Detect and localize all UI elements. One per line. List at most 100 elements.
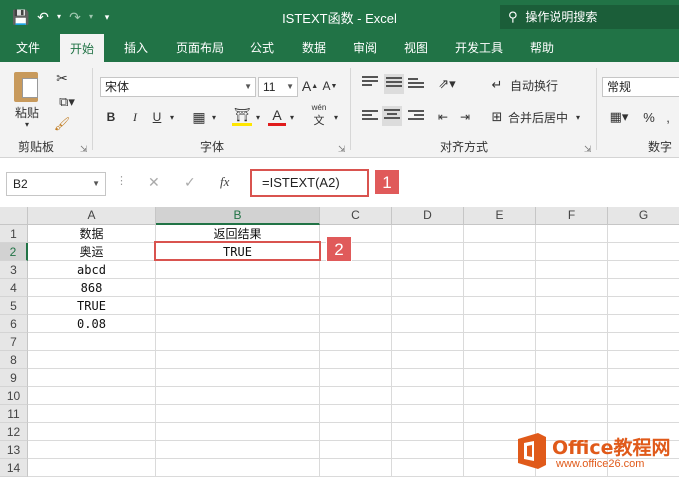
cell-d12[interactable] xyxy=(392,423,464,441)
font-name-select[interactable]: 宋体 ▼ xyxy=(100,77,256,97)
column-header-a[interactable]: A xyxy=(28,207,156,225)
italic-button[interactable]: I xyxy=(126,108,144,126)
shrink-font-button[interactable]: A ▼ xyxy=(322,76,338,96)
tab-home[interactable]: 开始 xyxy=(60,34,105,62)
merge-dropdown-icon[interactable]: ▾ xyxy=(572,108,584,126)
cell-e6[interactable] xyxy=(464,315,536,333)
fill-color-icon[interactable]: ⛩ xyxy=(232,106,252,126)
cell-a1[interactable]: 数据 xyxy=(28,225,156,243)
cell-f8[interactable] xyxy=(536,351,608,369)
cell-c7[interactable] xyxy=(320,333,392,351)
cell-g2[interactable] xyxy=(608,243,679,261)
undo-icon[interactable]: ↶ xyxy=(32,7,54,27)
format-painter-icon[interactable]: 🖌 xyxy=(52,114,72,134)
row-header-13[interactable]: 13 xyxy=(0,441,28,459)
cell-f9[interactable] xyxy=(536,369,608,387)
clipboard-launcher-icon[interactable]: ⇲ xyxy=(80,144,88,155)
bottom-align-icon[interactable] xyxy=(408,78,424,92)
accounting-format-icon[interactable]: ▦▾ xyxy=(604,108,634,126)
underline-button[interactable]: U xyxy=(148,108,166,126)
cell-c4[interactable] xyxy=(320,279,392,297)
cell-a7[interactable] xyxy=(28,333,156,351)
top-align-icon[interactable] xyxy=(362,76,378,90)
cell-c3[interactable] xyxy=(320,261,392,279)
cell-c14[interactable] xyxy=(320,459,392,477)
row-header-10[interactable]: 10 xyxy=(0,387,28,405)
cell-c8[interactable] xyxy=(320,351,392,369)
cell-e10[interactable] xyxy=(464,387,536,405)
cell-e5[interactable] xyxy=(464,297,536,315)
tab-review[interactable]: 审阅 xyxy=(343,34,387,62)
cell-g11[interactable] xyxy=(608,405,679,423)
column-header-g[interactable]: G xyxy=(608,207,679,225)
redo-icon[interactable]: ↷ xyxy=(64,7,86,27)
cell-b8[interactable] xyxy=(156,351,320,369)
cell-f2[interactable] xyxy=(536,243,608,261)
tab-file[interactable]: 文件 xyxy=(6,34,50,62)
middle-align-icon[interactable] xyxy=(384,74,404,94)
number-format-select[interactable]: 常规 xyxy=(602,77,679,97)
cell-f11[interactable] xyxy=(536,405,608,423)
cell-b7[interactable] xyxy=(156,333,320,351)
cell-c9[interactable] xyxy=(320,369,392,387)
cell-a5[interactable]: TRUE xyxy=(28,297,156,315)
phonetic-guide-button[interactable]: wén 文 xyxy=(308,103,330,127)
cell-c13[interactable] xyxy=(320,441,392,459)
cell-b3[interactable] xyxy=(156,261,320,279)
font-launcher-icon[interactable]: ⇲ xyxy=(338,144,346,155)
cell-d7[interactable] xyxy=(392,333,464,351)
cell-e2[interactable] xyxy=(464,243,536,261)
cell-f3[interactable] xyxy=(536,261,608,279)
alignment-launcher-icon[interactable]: ⇲ xyxy=(584,144,592,155)
insert-function-button[interactable]: fx xyxy=(220,174,229,190)
cell-e11[interactable] xyxy=(464,405,536,423)
align-right-icon[interactable] xyxy=(408,110,424,124)
cell-d1[interactable] xyxy=(392,225,464,243)
formula-input[interactable]: =ISTEXT(A2) xyxy=(250,169,369,197)
cell-g6[interactable] xyxy=(608,315,679,333)
cut-icon[interactable]: ✂ xyxy=(52,68,72,88)
cell-d6[interactable] xyxy=(392,315,464,333)
column-header-e[interactable]: E xyxy=(464,207,536,225)
font-color-button[interactable]: A xyxy=(268,106,286,126)
borders-icon[interactable]: ▦ xyxy=(190,108,208,126)
paste-dropdown-icon[interactable]: ▾ xyxy=(20,119,34,129)
cell-g8[interactable] xyxy=(608,351,679,369)
tab-formulas[interactable]: 公式 xyxy=(240,34,284,62)
decrease-indent-icon[interactable]: ⇤ xyxy=(434,108,452,126)
wrap-text-icon[interactable]: ↵ xyxy=(488,76,506,94)
cell-a8[interactable] xyxy=(28,351,156,369)
cancel-icon[interactable]: ✕ xyxy=(148,174,160,191)
cell-g5[interactable] xyxy=(608,297,679,315)
cell-e3[interactable] xyxy=(464,261,536,279)
cell-d11[interactable] xyxy=(392,405,464,423)
underline-dropdown-icon[interactable]: ▾ xyxy=(166,108,178,126)
tab-help[interactable]: 帮助 xyxy=(520,34,564,62)
row-header-8[interactable]: 8 xyxy=(0,351,28,369)
fill-color-dropdown-icon[interactable]: ▾ xyxy=(252,108,264,126)
cell-d14[interactable] xyxy=(392,459,464,477)
cell-b9[interactable] xyxy=(156,369,320,387)
cell-g7[interactable] xyxy=(608,333,679,351)
borders-dropdown-icon[interactable]: ▾ xyxy=(208,108,220,126)
cell-b6[interactable] xyxy=(156,315,320,333)
font-color-dropdown-icon[interactable]: ▾ xyxy=(286,108,298,126)
cell-e1[interactable] xyxy=(464,225,536,243)
merge-center-button[interactable]: 合并后居中 xyxy=(506,108,570,126)
row-header-12[interactable]: 12 xyxy=(0,423,28,441)
cell-d10[interactable] xyxy=(392,387,464,405)
cell-g9[interactable] xyxy=(608,369,679,387)
cell-a3[interactable]: abcd xyxy=(28,261,156,279)
cell-c5[interactable] xyxy=(320,297,392,315)
align-center-icon[interactable] xyxy=(382,106,402,126)
cell-d13[interactable] xyxy=(392,441,464,459)
cell-f4[interactable] xyxy=(536,279,608,297)
cell-a6[interactable]: 0.08 xyxy=(28,315,156,333)
bold-button[interactable]: B xyxy=(102,108,120,126)
row-header-9[interactable]: 9 xyxy=(0,369,28,387)
cell-c10[interactable] xyxy=(320,387,392,405)
row-header-1[interactable]: 1 xyxy=(0,225,28,243)
tab-view[interactable]: 视图 xyxy=(394,34,438,62)
row-header-6[interactable]: 6 xyxy=(0,315,28,333)
cell-c6[interactable] xyxy=(320,315,392,333)
